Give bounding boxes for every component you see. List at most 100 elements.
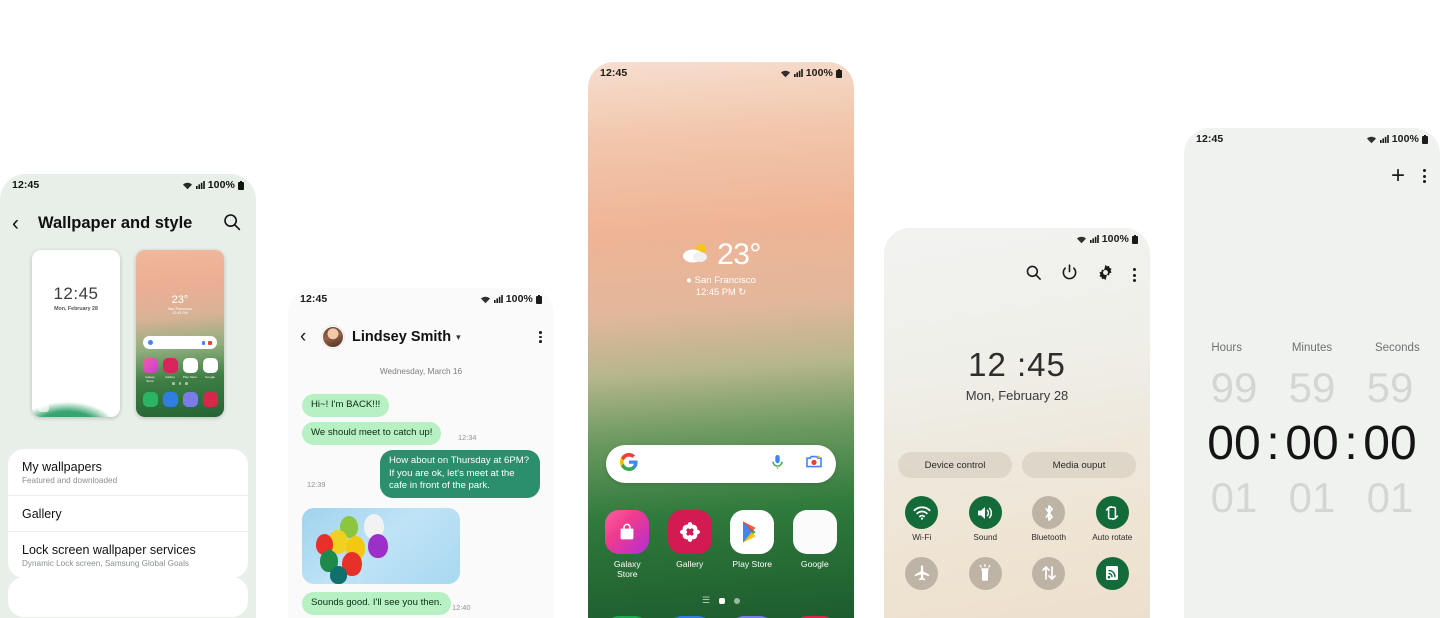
battery-icon <box>536 294 542 304</box>
home-screen-preview[interactable]: 23° San Francisco 12:45 PM Galaxy Store <box>136 250 224 417</box>
page-dot[interactable] <box>734 597 741 604</box>
toggle-auto-rotate[interactable]: Auto rotate <box>1081 496 1145 543</box>
search-icon[interactable] <box>1025 264 1042 286</box>
date-divider: Wednesday, March 16 <box>379 366 463 376</box>
toggle-mobile-data[interactable] <box>1017 556 1081 594</box>
flower-icon <box>667 510 712 554</box>
toggle-airplane-mode[interactable] <box>890 556 954 594</box>
gear-icon[interactable] <box>1097 264 1114 286</box>
list-item-title: My wallpapers <box>22 460 102 474</box>
status-bar: 12:45 100% <box>588 62 854 84</box>
microphone-icon <box>202 340 205 345</box>
device-control-button[interactable]: Device control <box>898 452 1012 478</box>
power-icon[interactable] <box>1061 264 1078 286</box>
chevron-down-icon[interactable]: ▾ <box>456 332 461 343</box>
plus-icon[interactable]: + <box>1391 164 1405 188</box>
battery-icon <box>836 68 842 78</box>
list-item-title: Gallery <box>22 507 62 521</box>
timer-wheel-above[interactable]: 99 59 59 <box>1184 364 1440 412</box>
page-dot-home[interactable] <box>719 597 726 604</box>
location-pin-icon: ● <box>686 275 692 286</box>
minutes-value: 00 <box>1285 417 1339 470</box>
google-lens-icon[interactable] <box>806 454 822 474</box>
clock-date: Mon, February 28 <box>965 388 1069 403</box>
toggle-flashlight[interactable] <box>954 556 1018 594</box>
preview-lock-date: Mon, February 28 <box>54 306 98 312</box>
message-bubble-incoming[interactable]: Sounds good. I'll see you then. <box>302 592 451 615</box>
message-bubble-outgoing[interactable]: How about on Thursday at 6PM? If you are… <box>380 450 540 498</box>
toggle-bluetooth[interactable]: Bluetooth <box>1017 496 1081 543</box>
wifi-icon <box>905 496 939 529</box>
camera-shortcut-icon <box>103 401 114 412</box>
planet-icon <box>182 392 198 407</box>
preview-app-label: Google <box>205 374 215 379</box>
google-search-bar[interactable] <box>606 445 836 483</box>
timer-wheel-selected[interactable]: 00 : 00 : 00 <box>1184 416 1440 471</box>
minutes-above: 59 <box>1288 364 1336 411</box>
more-vertical-icon[interactable] <box>539 330 542 344</box>
preview-dock <box>140 392 220 407</box>
folder-google[interactable]: Google <box>791 510 839 579</box>
preview-app: Play Store <box>182 358 198 383</box>
preview-page-dots <box>136 382 224 385</box>
back-icon[interactable]: ‹ <box>300 326 316 348</box>
list-item-my-wallpapers[interactable]: My wallpapers Featured and downloaded <box>8 449 248 495</box>
toggle-sound[interactable]: Sound <box>954 496 1018 543</box>
back-icon[interactable]: ‹ <box>12 213 32 234</box>
quick-settings-actions <box>1025 264 1136 286</box>
refresh-icon[interactable]: ↻ <box>738 287 746 297</box>
toggle-grid: Wi-Fi Sound Bluetooth Auto rotate <box>890 496 1144 594</box>
separator: : <box>1266 417 1280 470</box>
preview-app-label: Play Store <box>182 374 198 379</box>
battery-percent: 100% <box>207 179 235 191</box>
app-label: Galaxy Store <box>613 559 641 579</box>
microphone-icon[interactable] <box>771 454 784 475</box>
clock-time: 12 :45 <box>968 346 1066 383</box>
message-bubble-incoming[interactable]: We should meet to catch up! <box>302 422 442 445</box>
app-galaxy-store[interactable]: Galaxy Store <box>603 510 651 579</box>
media-output-button[interactable]: Media ouput <box>1022 452 1136 478</box>
panel-home-screen: 12:45 100% 23° ● San Francisco 12:45 PM … <box>588 62 854 618</box>
app-label: Gallery <box>676 559 704 569</box>
auto-rotate-icon <box>1095 496 1129 529</box>
toggle-nfc[interactable] <box>1081 556 1145 594</box>
status-bar: 100% <box>884 228 1150 250</box>
more-vertical-icon[interactable] <box>1133 267 1136 283</box>
play-triangle-icon <box>730 510 775 554</box>
timer-wheel-below[interactable]: 01 01 01 <box>1184 474 1440 522</box>
avatar[interactable] <box>322 326 344 348</box>
battery-icon <box>1422 134 1428 144</box>
status-indicators: 100% <box>1366 133 1428 145</box>
weather-widget[interactable]: 23° ● San Francisco 12:45 PM ↻ <box>588 238 854 298</box>
status-bar: 12:45 100% <box>288 288 554 310</box>
toggle-label: Auto rotate <box>1092 533 1133 542</box>
separator: : <box>1344 417 1358 470</box>
list-item-gallery[interactable]: Gallery <box>8 495 248 531</box>
more-vertical-icon[interactable] <box>1423 168 1426 184</box>
status-bar: 12:45 100% <box>0 174 256 196</box>
toggle-label: Wi-Fi <box>912 533 932 542</box>
signal-icon <box>1379 135 1389 143</box>
toggle-wifi[interactable]: Wi-Fi <box>890 496 954 543</box>
wifi-icon <box>182 181 193 190</box>
wifi-icon <box>1366 135 1377 144</box>
balloons-photo[interactable] <box>302 508 460 584</box>
toggle-label: Sound <box>973 533 998 542</box>
minutes-below: 01 <box>1288 474 1336 521</box>
wallpaper-options-card: My wallpapers Featured and downloaded Ga… <box>8 449 248 578</box>
lock-screen-preview[interactable]: 12:45 Mon, February 28 <box>32 250 120 417</box>
weather-temp: 23° <box>717 238 761 271</box>
quick-action-pills: Device control Media ouput <box>898 452 1136 478</box>
app-gallery[interactable]: Gallery <box>666 510 714 579</box>
message-bubble-incoming[interactable]: Hi~! I'm BACK!!! <box>302 394 390 417</box>
flower-icon <box>162 358 178 373</box>
shopping-bag-icon <box>605 510 650 554</box>
shopping-bag-icon <box>142 358 158 373</box>
app-list-icon[interactable]: ☰ <box>702 596 710 605</box>
conversation-header: ‹ Lindsey Smith ▾ <box>288 318 554 356</box>
secondary-card[interactable] <box>8 577 248 617</box>
search-icon[interactable] <box>222 212 244 234</box>
app-play-store[interactable]: Play Store <box>728 510 776 579</box>
list-item-subtitle: Featured and downloaded <box>22 476 118 485</box>
list-item-lock-screen-services[interactable]: Lock screen wallpaper services Dynamic L… <box>8 531 248 578</box>
